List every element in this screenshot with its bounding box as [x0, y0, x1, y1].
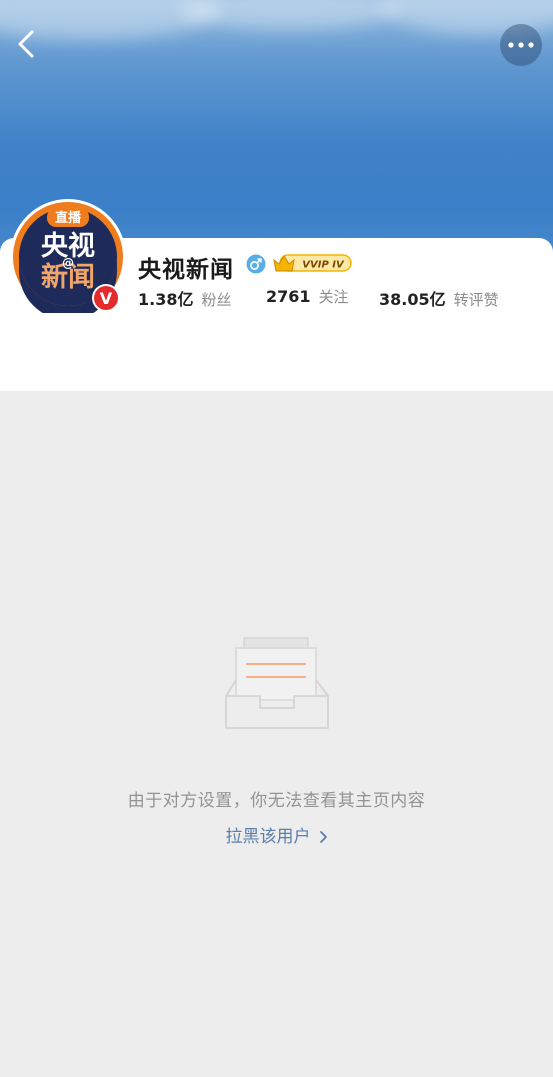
profile-name: 央视新闻: [138, 257, 234, 283]
back-button[interactable]: [8, 26, 44, 62]
following-count: 2761: [266, 287, 311, 306]
following-stat[interactable]: 2761 关注: [266, 286, 349, 308]
interactions-label: 转评赞: [453, 291, 499, 309]
avatar-at-symbol: @: [62, 256, 74, 270]
more-dots-icon: [508, 42, 534, 48]
interactions-count: 38.05亿: [379, 290, 446, 309]
empty-inbox-icon: [225, 637, 329, 729]
male-icon: [246, 254, 266, 274]
chevron-left-icon: [18, 30, 34, 58]
avatar-live-label: 直播: [55, 210, 82, 226]
following-label: 关注: [318, 288, 349, 306]
empty-state-message: 由于对方设置，你无法查看其主页内容: [127, 791, 426, 811]
followers-count: 1.38亿: [138, 290, 194, 309]
followers-stat[interactable]: 1.38亿 粉丝: [138, 286, 232, 309]
vvip-badge[interactable]: VVIP IV: [272, 252, 352, 274]
block-user-link[interactable]: 拉黑该用户: [0, 822, 553, 847]
more-options-button[interactable]: [500, 24, 542, 66]
verified-badge-label: V: [100, 289, 113, 308]
chevron-right-icon: [319, 831, 327, 843]
vvip-badge-label: VVIP IV: [302, 260, 345, 271]
followers-label: 粉丝: [201, 291, 232, 309]
block-user-label: 拉黑该用户: [225, 827, 311, 847]
verified-badge-icon: V: [92, 284, 120, 312]
interactions-stat[interactable]: 38.05亿 转评赞: [379, 286, 499, 309]
